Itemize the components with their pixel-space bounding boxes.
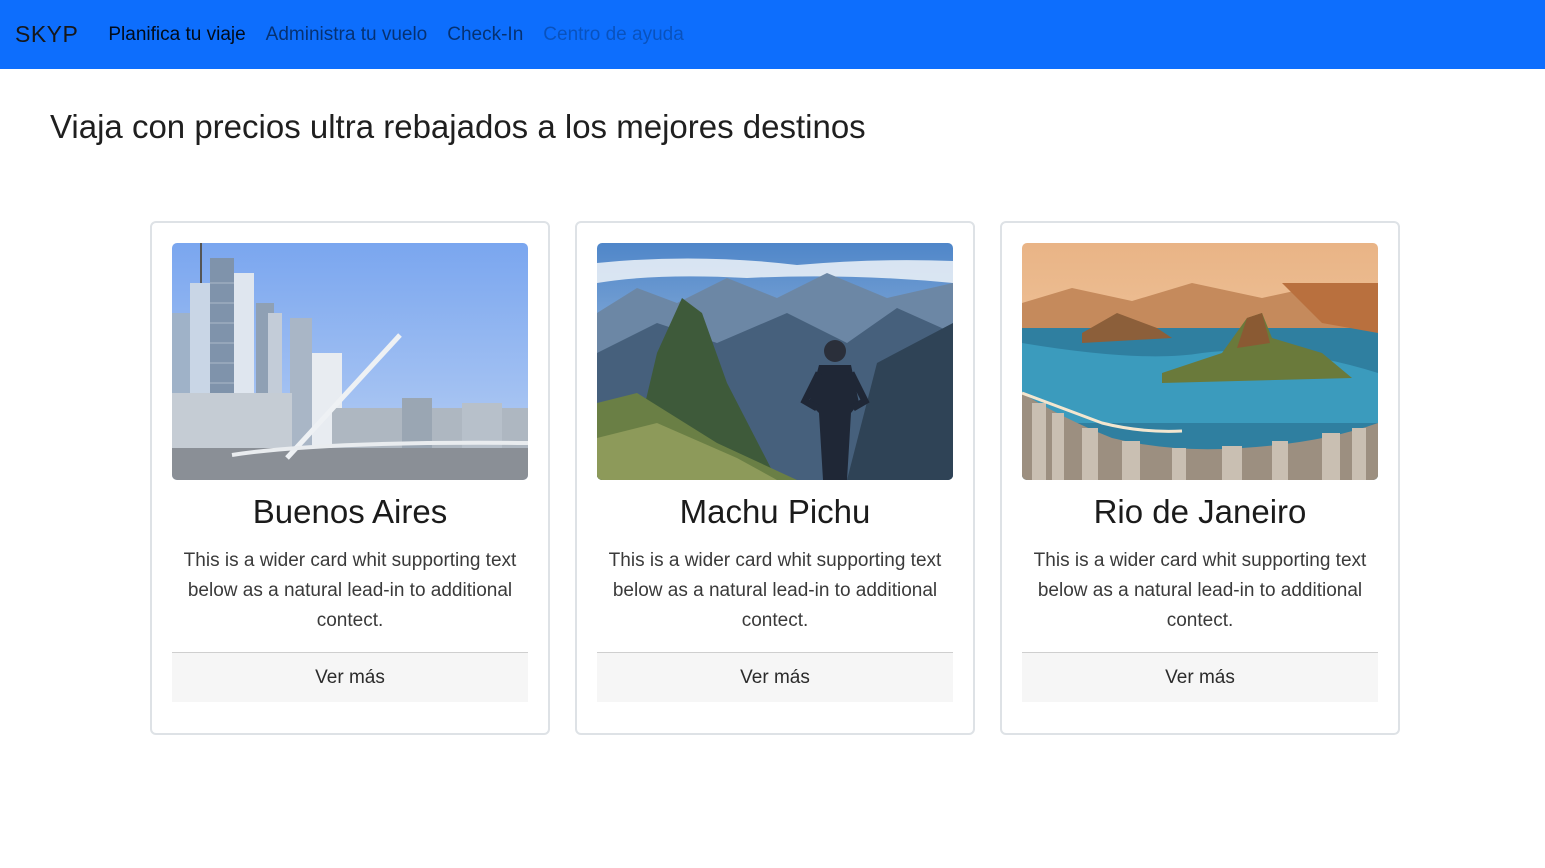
ver-mas-button[interactable]: Ver más (172, 652, 528, 702)
nav-link-centro-ayuda: Centro de ayuda (543, 23, 684, 45)
destination-card-buenos-aires: Buenos Aires This is a wider card whit s… (150, 221, 550, 735)
ver-mas-button[interactable]: Ver más (1022, 652, 1378, 702)
destination-card-machu-pichu: Machu Pichu This is a wider card whit su… (575, 221, 975, 735)
card-text: This is a wider card whit supporting tex… (608, 550, 942, 631)
nav-link-administra[interactable]: Administra tu vuelo (266, 24, 428, 46)
card-text: This is a wider card whit supporting tex… (1033, 550, 1367, 631)
card-text: This is a wider card whit supporting tex… (183, 550, 517, 631)
navbar: SKYP Planifica tu viaje Administra tu vu… (0, 0, 1545, 69)
nav-link-checkin[interactable]: Check-In (447, 24, 523, 46)
rio-de-janeiro-image (1022, 243, 1378, 480)
nav-link-planifica[interactable]: Planifica tu viaje (108, 24, 245, 46)
destination-card-rio-de-janeiro: Rio de Janeiro This is a wider card whit… (1000, 221, 1400, 735)
buenos-aires-image (172, 243, 528, 480)
page-title: Viaja con precios ultra rebajados a los … (50, 108, 866, 145)
brand-logo[interactable]: SKYP (15, 21, 78, 48)
card-title: Buenos Aires (252, 493, 448, 530)
card-title: Machu Pichu (679, 493, 871, 530)
machu-pichu-image (597, 243, 953, 480)
card-title: Rio de Janeiro (1093, 493, 1307, 530)
ver-mas-button[interactable]: Ver más (597, 652, 953, 702)
